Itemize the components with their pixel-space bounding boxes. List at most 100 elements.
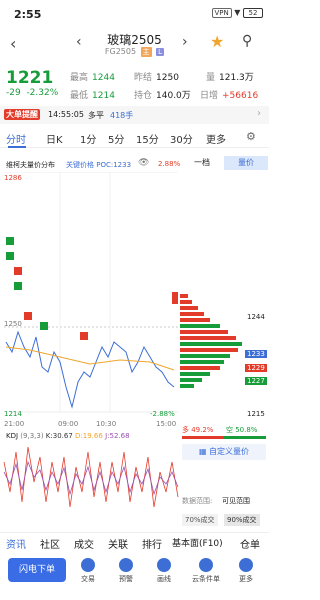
chart-area[interactable]: [0, 171, 269, 532]
search-icon[interactable]: ⚲: [242, 33, 252, 49]
range-label: 数据范围:: [182, 497, 213, 505]
trade-marker: [80, 332, 88, 340]
tab-1min[interactable]: 1分: [80, 131, 96, 146]
tab-5min[interactable]: 5分: [108, 131, 124, 146]
tab-more[interactable]: 更多: [206, 131, 226, 146]
l-tag: L: [156, 48, 165, 56]
action-bar: 闪电下单 交易 预警 画线 云条件单 更多: [0, 556, 269, 600]
price-mid-label: 1250: [4, 320, 22, 328]
settings-gear-icon[interactable]: ⚙: [246, 130, 256, 143]
low-row: 最低 1214: [70, 88, 115, 101]
profile-bar: [180, 360, 224, 364]
custom-label: 自定义量价: [209, 447, 250, 456]
alert-badge: 大单提醒: [4, 109, 40, 120]
flash-order-button[interactable]: 闪电下单: [8, 558, 66, 582]
tab-warehouse[interactable]: 仓单: [240, 536, 260, 551]
prev-contract-icon[interactable]: ‹: [76, 34, 82, 50]
more-button[interactable]: 更多: [230, 558, 262, 584]
trade-marker: [24, 312, 32, 320]
quote-panel: 1221 -29 -2.32% 最高 1244 最低 1214 昨结 1250 持仓 1…: [0, 66, 269, 102]
profile-bar: [180, 384, 194, 388]
average-line: [5, 346, 175, 371]
price-chart-svg[interactable]: [0, 171, 269, 532]
tab-community[interactable]: 社区: [40, 536, 60, 551]
status-bar: 2:55 VPN ▼ 52: [0, 0, 269, 26]
kdj-k: K:30.67: [45, 432, 73, 440]
profile-bar: [180, 336, 236, 340]
trade-marker: [6, 237, 14, 245]
sell-percent: 空 50.8%: [226, 426, 258, 434]
time-label: 21:00: [4, 420, 25, 428]
more-label: 更多: [239, 575, 253, 583]
tab-intraday[interactable]: 分时: [6, 131, 26, 146]
pct70-button[interactable]: 70%成交: [182, 514, 218, 526]
profile-bar: [180, 378, 202, 382]
change-value: -29: [6, 88, 21, 98]
kdj-legend: KDJ (9,3,3) K:30.67 D:19.66 J:52.68: [6, 432, 130, 440]
level-label: 1229: [245, 364, 267, 372]
high-label: 最高: [70, 73, 89, 83]
alert-type: 多平: [88, 111, 104, 120]
high-value: 1244: [92, 73, 115, 83]
profile-bar: [180, 324, 220, 328]
prev-label: 昨结: [134, 73, 153, 83]
profile-bar: [180, 294, 188, 298]
tab-fundamentals[interactable]: 基本面(F10): [172, 536, 223, 549]
kdj-params: (9,3,3): [20, 432, 44, 440]
custom-volume-price-button[interactable]: ▦ 自定义量价: [182, 444, 266, 460]
tab-order-book[interactable]: 一档: [180, 156, 224, 170]
tab-related[interactable]: 关联: [108, 536, 128, 551]
draw-line-button[interactable]: 画线: [148, 558, 180, 584]
eye-icon[interactable]: 👁: [138, 158, 149, 168]
tab-daily[interactable]: 日K: [46, 131, 63, 146]
buy-sell-ratio-bar: [182, 436, 266, 439]
trade-marker: [14, 267, 22, 275]
large-order-alert[interactable]: 大单提醒 14:55:05 多平 418手 ›: [0, 106, 269, 124]
bell-icon: [119, 558, 133, 572]
tab-trades[interactable]: 成交: [74, 536, 94, 551]
profile-bar: [180, 354, 230, 358]
time-label: 15:00: [156, 420, 177, 428]
alert-button[interactable]: 预警: [110, 558, 142, 584]
cloud-order-button[interactable]: 云条件单: [186, 558, 226, 584]
pct90-button[interactable]: 90%成交: [224, 514, 260, 526]
trade-icon: [81, 558, 95, 572]
trade-marker: [6, 252, 14, 260]
vpn-icon: VPN: [211, 8, 232, 18]
dz-label: 日增: [200, 91, 219, 101]
time-label: 09:00: [58, 420, 79, 428]
kdj-j: J:52.68: [105, 432, 130, 440]
code-text: FG2505: [104, 47, 137, 56]
price-bottom-label: 1214: [4, 410, 22, 418]
period-tabs: 分时 日K 1分 5分 15分 30分 更多 ⚙: [0, 128, 269, 148]
tab-news[interactable]: 资讯: [6, 536, 26, 551]
tab-volume-price[interactable]: 量价: [224, 156, 268, 170]
last-price: 1221: [6, 68, 54, 88]
range-value[interactable]: 可见范围: [222, 496, 250, 506]
trade-marker: [14, 282, 22, 290]
change-percent: -2.32%: [26, 88, 59, 98]
top-percent: 2.88%: [158, 160, 181, 168]
tab-ranking[interactable]: 排行: [142, 536, 162, 551]
tab-15min[interactable]: 15分: [136, 131, 159, 146]
next-contract-icon[interactable]: ›: [182, 34, 188, 50]
price-top-label: 1286: [4, 174, 22, 182]
volume-profile: [180, 294, 242, 388]
tab-30min[interactable]: 30分: [170, 131, 193, 146]
active-tab-indicator: [8, 146, 26, 148]
kdj-label: KDJ: [6, 432, 19, 440]
status-icons: VPN ▼ 52: [211, 8, 263, 18]
trade-marker: [172, 292, 178, 304]
grid-icon: [239, 558, 253, 572]
favorite-star-icon[interactable]: ★: [210, 32, 224, 51]
open-interest-row: 持仓 140.0万: [134, 88, 191, 101]
price-line: [5, 330, 175, 409]
trade-label: 交易: [81, 575, 95, 583]
profile-bar: [180, 318, 210, 322]
level-label: 1215: [247, 410, 265, 418]
trade-button[interactable]: 交易: [72, 558, 104, 584]
price-change: -29 -2.32%: [6, 88, 58, 98]
profile-bar: [180, 372, 210, 376]
profile-bar: [180, 348, 238, 352]
profile-bar: [180, 330, 228, 334]
